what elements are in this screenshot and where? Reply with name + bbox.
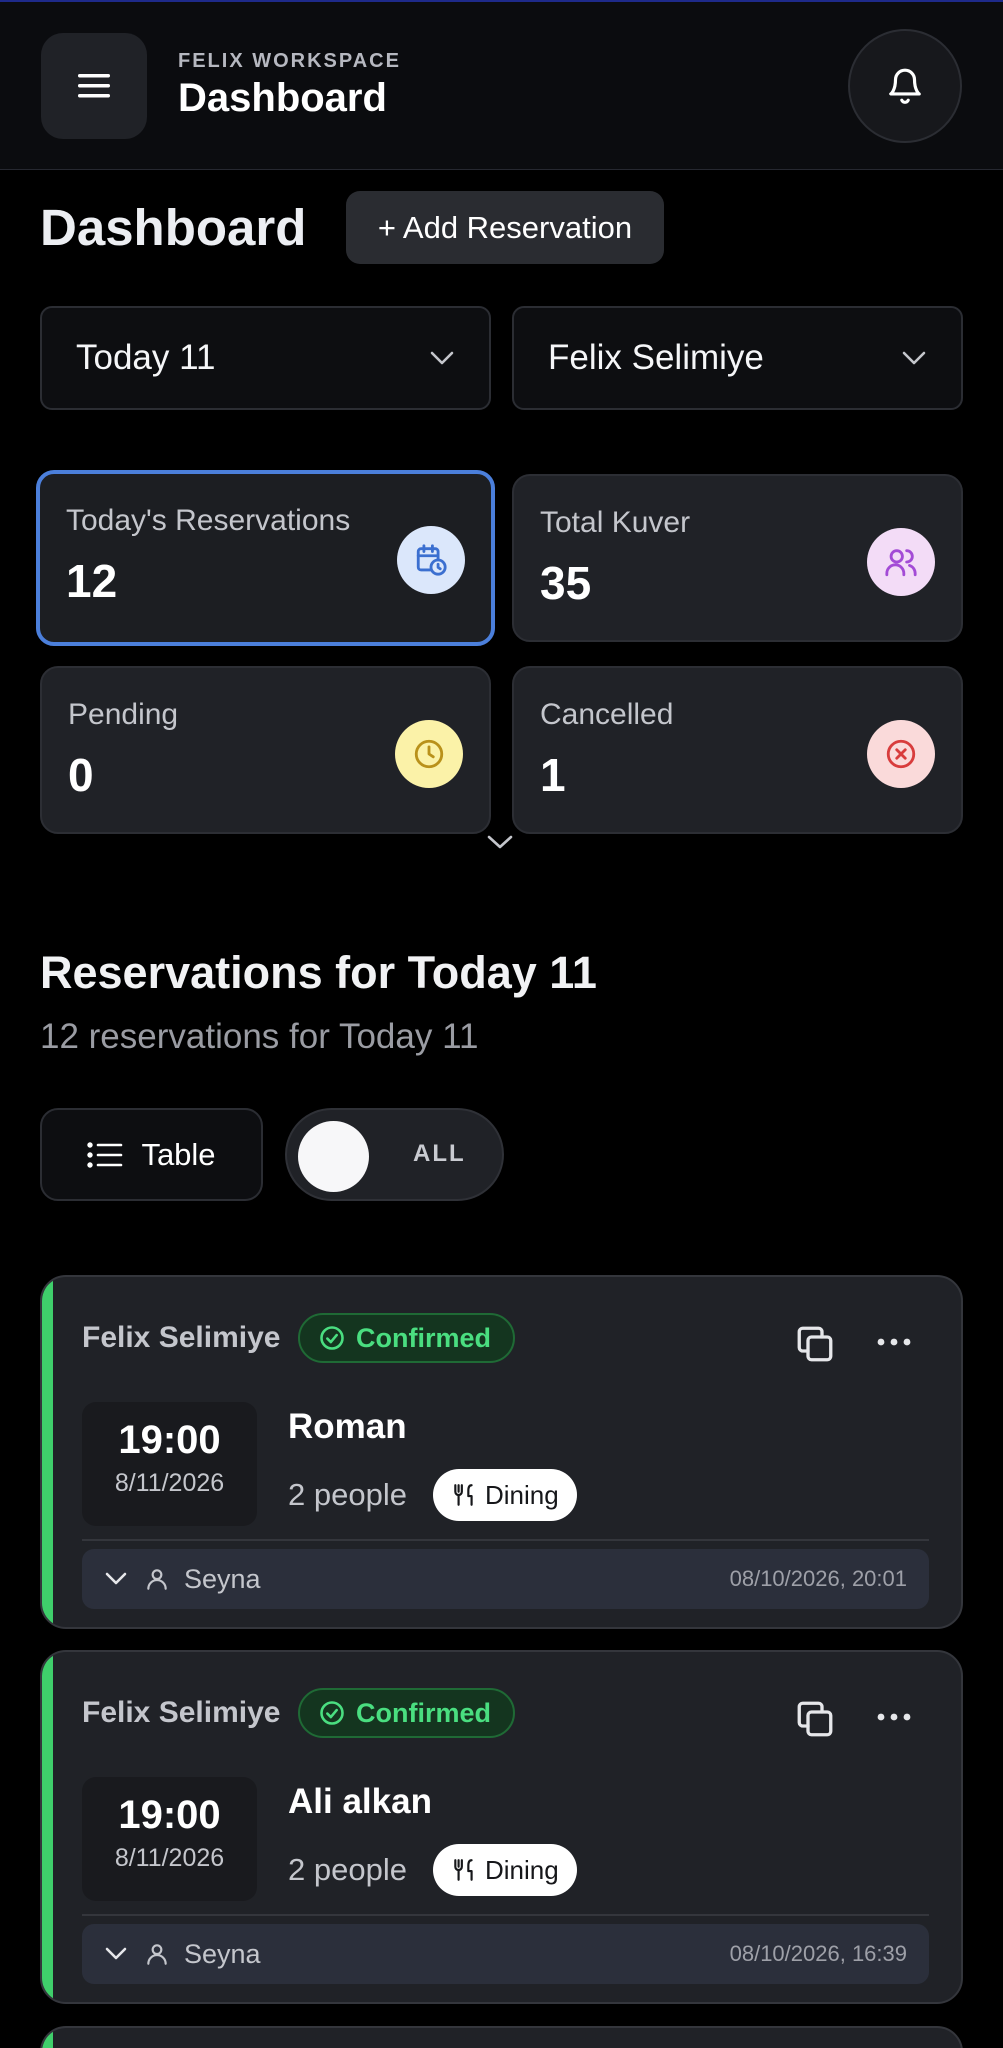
add-reservation-button[interactable]: + Add Reservation [346, 191, 664, 264]
reservation-type-chip: Dining [433, 1844, 577, 1896]
page-title: Dashboard [40, 199, 307, 256]
section-title: Reservations for Today 11 [40, 947, 597, 998]
expand-stats-button[interactable] [485, 832, 515, 857]
list-icon [87, 1141, 123, 1168]
chevron-down-icon [487, 835, 513, 849]
chevron-down-icon [902, 351, 926, 365]
reservation-date: 8/11/2026 [114, 1844, 225, 1872]
venue-select-value: Felix Selimiye [548, 338, 764, 377]
created-timestamp: 08/10/2026, 16:39 [729, 1941, 907, 1966]
top-bar: FELIX WORKSPACE Dashboard [0, 0, 1003, 170]
table-view-button[interactable]: Table [40, 1108, 263, 1201]
stat-label: Today's Reservations [66, 504, 351, 537]
status-accent-bar [42, 1277, 53, 1627]
stat-card-cancelled[interactable]: Cancelled 1 [512, 666, 963, 834]
header-title: Dashboard [178, 76, 387, 120]
status-badge: Confirmed [298, 1688, 515, 1738]
utensils-icon [454, 1859, 473, 1881]
copy-button[interactable] [794, 1698, 836, 1745]
stat-label: Total Kuver [540, 506, 691, 539]
reservation-card[interactable]: Felix Selimiye Confirmed 19:00 8/11/2026… [40, 1275, 963, 1629]
users-icon [867, 528, 935, 596]
guest-name: Ali alkan [288, 1782, 432, 1821]
copy-icon [797, 1326, 833, 1362]
stat-card-total-kuver[interactable]: Total Kuver 35 [512, 474, 963, 642]
reservation-card-partial[interactable] [40, 2026, 963, 2048]
staff-name: Seyna [184, 1938, 261, 1969]
chevron-down-icon [105, 1947, 127, 1960]
reservation-time: 19:00 [118, 1793, 221, 1837]
stat-value: 12 [66, 555, 118, 607]
reservation-date: 8/11/2026 [114, 1469, 225, 1497]
utensils-icon [454, 1484, 473, 1506]
chevron-down-icon [430, 351, 454, 365]
reservation-time-box: 19:00 8/11/2026 [82, 1777, 257, 1901]
user-icon [147, 1569, 167, 1590]
status-accent-bar [42, 1652, 53, 2002]
reservation-type-chip: Dining [433, 1469, 577, 1521]
status-badge: Confirmed [298, 1313, 515, 1363]
more-options-button[interactable] [874, 1327, 914, 1362]
stat-value: 35 [540, 557, 592, 609]
clock-icon [395, 720, 463, 788]
more-horizontal-icon [877, 1338, 911, 1346]
reservation-venue: Felix Selimiye [82, 1321, 281, 1354]
more-options-button[interactable] [874, 1702, 914, 1737]
stat-value: 1 [540, 749, 566, 801]
menu-button[interactable] [41, 33, 147, 139]
guest-name: Roman [288, 1407, 407, 1446]
x-circle-icon [867, 720, 935, 788]
divider [82, 1539, 929, 1541]
staff-name: Seyna [184, 1563, 261, 1594]
status-badge-label: Confirmed [356, 1322, 491, 1353]
party-size: 2 people [288, 1477, 407, 1512]
reservation-time: 19:00 [118, 1418, 221, 1462]
status-accent-bar [42, 2028, 53, 2048]
bell-icon [889, 68, 921, 104]
user-icon [147, 1944, 167, 1965]
reservation-card[interactable]: Felix Selimiye Confirmed 19:00 8/11/2026… [40, 1650, 963, 2004]
notifications-button[interactable] [848, 29, 962, 143]
stat-card-todays-reservations[interactable]: Today's Reservations 12 [36, 470, 495, 646]
section-subtitle: 12 reservations for Today 11 [40, 1017, 479, 1056]
chevron-down-icon [105, 1572, 127, 1585]
copy-icon [797, 1701, 833, 1737]
menu-icon [78, 74, 110, 98]
check-circle-icon [320, 1326, 344, 1350]
table-view-label: Table [141, 1136, 216, 1172]
reservation-type: Dining [485, 1854, 559, 1885]
reservation-time-box: 19:00 8/11/2026 [82, 1402, 257, 1526]
status-badge-label: Confirmed [356, 1697, 491, 1728]
stat-card-pending[interactable]: Pending 0 [40, 666, 491, 834]
toggle-label: ALL [413, 1140, 466, 1167]
date-select[interactable]: Today 11 [40, 306, 491, 410]
stat-label: Pending [68, 698, 179, 731]
reservation-footer[interactable]: Seyna 08/10/2026, 20:01 [82, 1549, 929, 1609]
venue-select[interactable]: Felix Selimiye [512, 306, 963, 410]
calendar-clock-icon [397, 526, 465, 594]
reservation-type: Dining [485, 1479, 559, 1510]
toggle-knob [298, 1121, 369, 1192]
more-horizontal-icon [877, 1713, 911, 1721]
stat-label: Cancelled [540, 698, 674, 731]
party-size: 2 people [288, 1852, 407, 1887]
reservation-venue: Felix Selimiye [82, 1696, 281, 1729]
copy-button[interactable] [794, 1323, 836, 1370]
created-timestamp: 08/10/2026, 20:01 [729, 1566, 907, 1591]
all-toggle[interactable]: ALL [285, 1108, 504, 1201]
date-select-value: Today 11 [76, 338, 216, 377]
workspace-label: FELIX WORKSPACE [178, 50, 401, 72]
reservation-footer[interactable]: Seyna 08/10/2026, 16:39 [82, 1924, 929, 1984]
check-circle-icon [320, 1701, 344, 1725]
divider [82, 1914, 929, 1916]
stat-value: 0 [68, 749, 94, 801]
